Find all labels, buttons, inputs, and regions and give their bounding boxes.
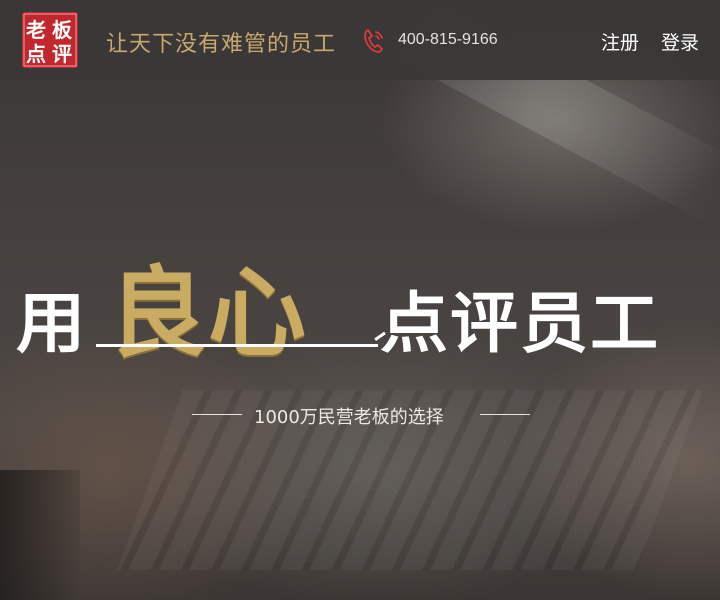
headline-highlight: 良心 — [108, 257, 309, 371]
subtitle-divider-right — [480, 414, 530, 415]
headline-part-1: 用 — [16, 285, 86, 362]
hero-headline: 用 良心 点评员工 — [0, 230, 720, 371]
svg-text:板: 板 — [52, 18, 73, 42]
background-shadow — [0, 470, 80, 600]
headline-underline — [96, 344, 378, 347]
subtitle-divider-left — [192, 414, 242, 415]
logo-seal-icon: 老 板 点 评 — [23, 13, 77, 67]
hero-subtitle: 1000万民营老板的选择 — [254, 407, 444, 428]
phone-icon — [363, 28, 385, 54]
headline-part-2: 点评员工 — [380, 285, 661, 362]
svg-text:老: 老 — [26, 18, 46, 42]
svg-text:点: 点 — [26, 42, 46, 66]
top-header: 老 板 点 评 让天下没有难管的员工 400-815-9166 注册 登录 — [0, 0, 720, 80]
login-link[interactable]: 登录 — [661, 28, 699, 55]
register-link[interactable]: 注册 — [601, 28, 639, 55]
phone-number[interactable]: 400-815-9166 — [398, 31, 498, 49]
logo[interactable]: 老 板 点 评 — [22, 12, 78, 68]
svg-text:评: 评 — [52, 42, 72, 66]
site-slogan: 让天下没有难管的员工 — [106, 32, 337, 57]
